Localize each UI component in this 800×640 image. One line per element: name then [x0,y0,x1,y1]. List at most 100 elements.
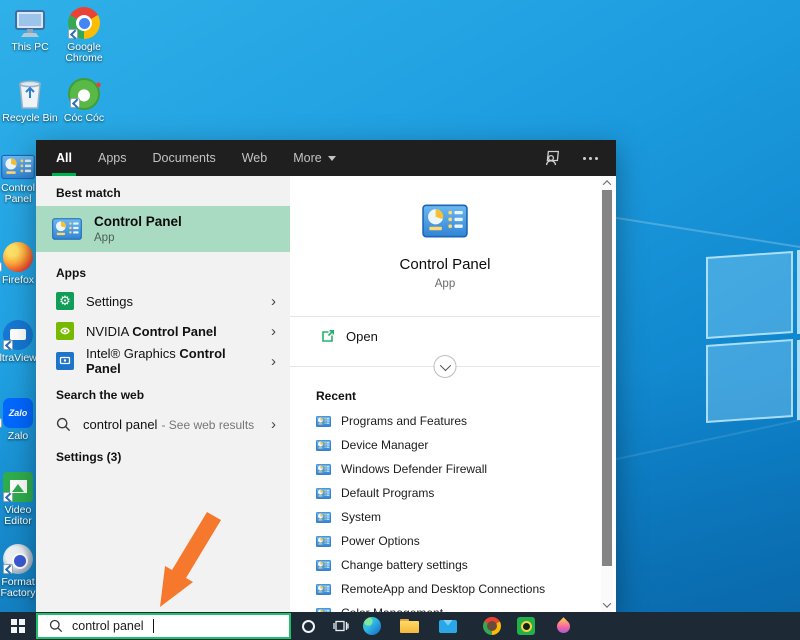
recent-item[interactable]: Windows Defender Firewall [290,457,600,481]
shortcut-arrow-badge [3,564,13,574]
control-panel-icon [316,416,331,427]
coccoc-icon [483,617,501,635]
file-explorer-button[interactable] [395,612,423,640]
result-preview-pane: Control Panel App Open Recent Programs a… [290,176,616,612]
desktop-icon-this-pc[interactable]: This PC [2,5,58,53]
start-button[interactable] [0,612,36,640]
preview-subtitle: App [290,278,600,290]
nvidia-icon [56,322,74,340]
start-search-flyout: All Apps Documents Web More [36,140,616,612]
control-panel-icon [316,536,331,547]
cortana-icon [302,620,315,633]
edge-icon [363,617,381,635]
chevron-down-icon [328,156,336,161]
recent-item[interactable]: Programs and Features [290,409,600,433]
recent-item[interactable]: Change battery settings [290,553,600,577]
taskbar: control panel [0,612,800,640]
paint3d-button[interactable] [549,612,577,640]
cortana-button[interactable] [294,612,322,640]
section-header-settings-group: Settings (3) [36,440,290,470]
this-pc-icon [2,5,58,39]
expand-actions-button[interactable] [434,355,457,378]
control-panel-icon [316,440,331,451]
desktop-icon-google-chrome[interactable]: Google Chrome [56,5,112,64]
media-app-button[interactable] [512,612,540,640]
section-header-web: Search the web [36,376,290,408]
scrollbar-thumb[interactable] [602,190,612,566]
text-caret [153,619,154,633]
windows-logo-pane [706,339,793,423]
search-results-pane: Best match Control Panel App Apps Settin… [36,176,290,612]
result-intel-graphics-control-panel[interactable]: Intel® Graphics Control Panel › [36,346,290,376]
section-header-apps: Apps [36,252,290,286]
coccoc-icon [56,76,112,110]
chrome-icon [56,5,112,39]
open-action[interactable]: Open [290,317,600,355]
chevron-right-icon: › [271,294,276,309]
search-filter-bar: All Apps Documents Web More [36,140,616,176]
tab-documents[interactable]: Documents [152,140,215,176]
account-options-button[interactable] [544,150,561,166]
section-header-best-match: Best match [36,176,290,206]
best-match-result-control-panel[interactable]: Control Panel App [36,206,290,252]
control-panel-icon [316,464,331,475]
file-explorer-icon [400,619,419,633]
chevron-right-icon: › [271,354,276,369]
recycle-bin-icon [2,76,58,110]
result-subtitle: App [94,232,182,244]
shortcut-arrow-badge [0,262,2,272]
desktop-icon-label: Google Chrome [56,42,112,64]
result-web-search[interactable]: control panel- See web results › [36,408,290,440]
chevron-right-icon: › [271,324,276,339]
media-app-icon [517,617,535,635]
control-panel-icon [316,488,331,499]
desktop-icon-recycle-bin[interactable]: Recycle Bin [2,76,58,124]
scrollbar[interactable] [601,176,613,612]
shortcut-arrow-badge [3,492,13,502]
edge-button[interactable] [358,612,386,640]
recent-item[interactable]: RemoteApp and Desktop Connections [290,577,600,601]
task-view-button[interactable] [327,612,355,640]
result-settings[interactable]: Settings › [36,286,290,316]
result-nvidia-control-panel[interactable]: NVIDIA Control Panel › [36,316,290,346]
shortcut-arrow-badge [0,418,2,428]
shortcut-arrow-badge [70,98,80,108]
task-view-icon [333,619,349,633]
web-results-hint: - See web results [161,418,254,432]
recent-item[interactable]: System [290,505,600,529]
user-account-icon [544,150,561,166]
intel-graphics-icon [56,352,74,370]
mail-button[interactable] [434,612,462,640]
open-icon [320,329,335,344]
search-icon [49,619,63,633]
more-options-button[interactable] [579,153,602,164]
tab-more[interactable]: More [293,140,335,176]
taskbar-search-input[interactable]: control panel [36,613,291,639]
tab-all[interactable]: All [56,140,72,176]
mail-icon [439,620,457,633]
tab-apps[interactable]: Apps [98,140,127,176]
coccoc-browser-button[interactable] [478,612,506,640]
paint3d-droplet-icon [554,617,572,635]
search-query-text: control panel [72,619,144,633]
recent-item[interactable]: Default Programs [290,481,600,505]
windows-logo-pane [706,251,793,339]
desktop: This PC Google Chrome Recycle Bin Cóc Có… [0,0,800,640]
shortcut-arrow-badge [3,340,13,350]
desktop-icon-label: Cóc Cóc [56,113,112,124]
shortcut-arrow-badge [68,29,78,39]
preview-title: Control Panel [290,256,600,273]
result-title: Control Panel [94,214,182,230]
control-panel-icon [316,584,331,595]
scroll-down-icon[interactable] [601,599,613,611]
scroll-up-icon[interactable] [601,177,613,189]
control-panel-icon-large [290,176,600,238]
recent-item[interactable]: Power Options [290,529,600,553]
tab-web[interactable]: Web [242,140,267,176]
control-panel-icon [316,512,331,523]
control-panel-icon [52,218,82,240]
recent-item[interactable]: Device Manager [290,433,600,457]
chevron-right-icon: › [271,417,276,432]
recent-header: Recent [290,377,600,409]
desktop-icon-coccoc[interactable]: Cóc Cóc [56,76,112,124]
